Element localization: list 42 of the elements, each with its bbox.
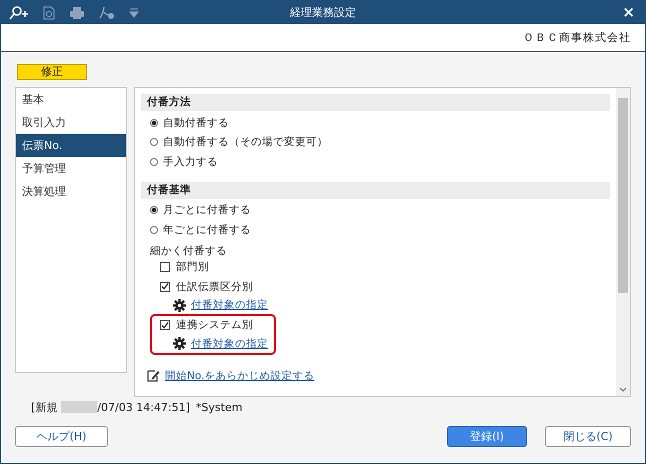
subheading: 細かく付番する [150,244,227,258]
scrollbar[interactable] [616,88,630,396]
dropdown-icon[interactable] [129,8,139,18]
radio-option[interactable]: 月ごとに付番する [150,200,251,220]
status-text: /07/03 14:47:51] [97,400,190,414]
radio-option[interactable]: 手入力する [150,152,218,172]
printer-icon[interactable] [69,6,85,20]
status-text: [新規 [31,400,58,414]
pdf-check-icon[interactable] [99,6,115,20]
checkmark-icon [161,320,169,330]
gear-icon [173,298,186,312]
action-button[interactable]: ヘルプ(H) [15,426,108,447]
link[interactable]: 開始No.をあらかじめ設定する [165,368,314,382]
gear-icon [173,337,186,350]
redaction-block [61,401,98,413]
close-button[interactable]: × [618,5,639,20]
checkbox-option[interactable]: 部門別 [160,258,209,277]
checkmark-icon [161,282,169,292]
radio-option[interactable]: 自動付番する（その場で変更可） [150,132,328,152]
section-header: 付番方法 [141,94,610,111]
user-name: *System [196,400,242,414]
sidebar-item[interactable]: 決算処理 [16,180,126,203]
mode-badge: 修正 [17,64,87,80]
edit-note-icon [147,369,160,382]
sidebar-item[interactable]: 予算管理 [16,157,126,180]
checkbox-option[interactable]: 仕訳伝票区分別 [160,277,253,296]
sidebar-item[interactable]: 取引入力 [16,111,126,134]
scroll-down-icon[interactable] [619,387,627,392]
company-name: ＯＢＣ商事株式会社 [523,30,631,45]
preview-icon[interactable] [43,6,55,20]
action-button[interactable]: 閉じる(C) [545,426,631,447]
section-header: 付番基準 [141,182,610,198]
sidebar-item[interactable]: 伝票No. [16,134,126,157]
sidebar-item[interactable]: 基本 [16,88,126,111]
register-button[interactable]: 登録(I) [447,426,527,447]
radio-option[interactable]: 年ごとに付番する [150,220,251,240]
checkbox-option[interactable]: 連携システム別 [160,316,253,335]
link[interactable]: 付番対象の指定 [191,336,268,350]
link[interactable]: 付番対象の指定 [191,298,268,312]
window-title: 経理業務設定 [290,5,356,20]
radio-option[interactable]: 自動付番する [150,113,229,132]
zoom-in-icon[interactable] [9,6,29,20]
